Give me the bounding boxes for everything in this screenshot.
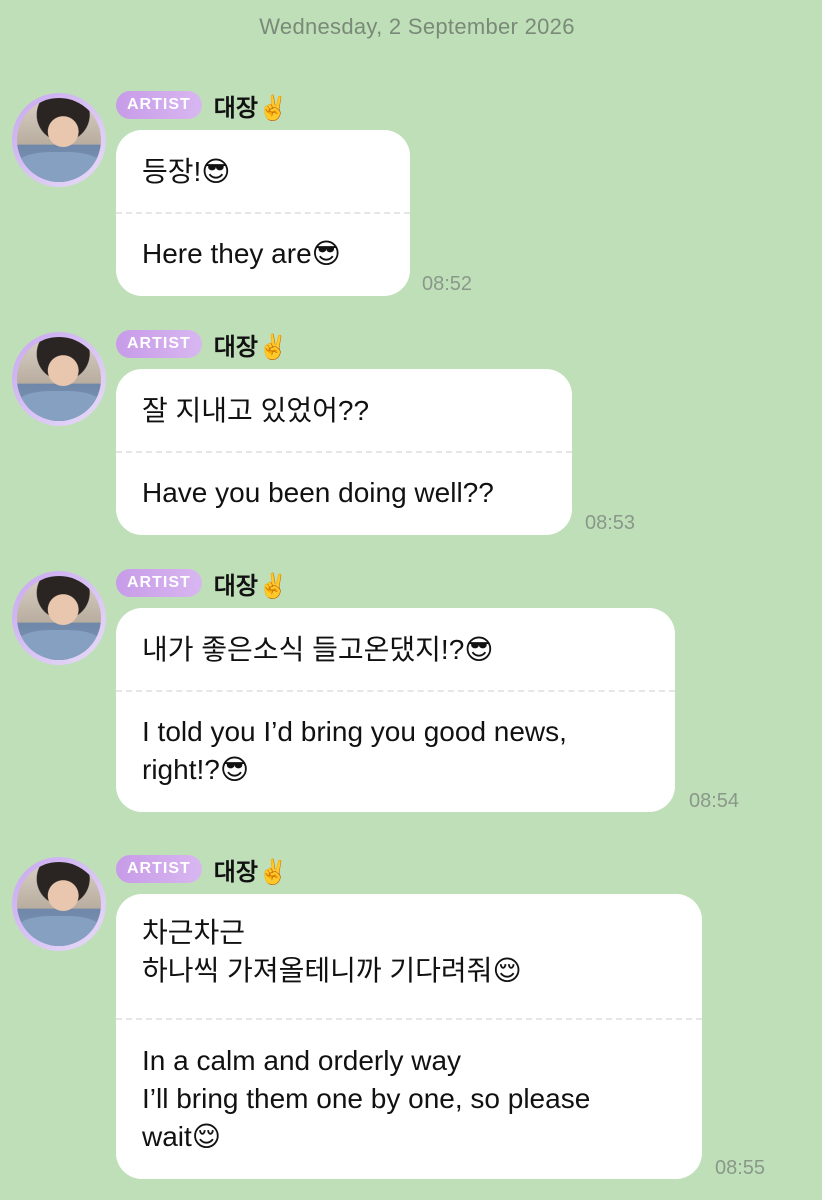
sender-name: 대장✌️ bbox=[213, 333, 288, 361]
message-bubble[interactable]: 등장!😎 Here they are😎 bbox=[116, 130, 410, 296]
sender-name: 대장✌️ bbox=[213, 572, 288, 600]
avatar[interactable] bbox=[12, 571, 106, 665]
message-original: 내가 좋은소식 들고온댔지!?😎 bbox=[142, 634, 494, 665]
avatar[interactable] bbox=[12, 93, 106, 187]
message-translation: I told you I’d bring you good news, righ… bbox=[142, 716, 567, 785]
artist-badge: ARTIST bbox=[116, 855, 202, 883]
message-translation: Have you been doing well?? bbox=[142, 477, 494, 508]
message-translation: Here they are😎 bbox=[142, 238, 341, 269]
message-bubble[interactable]: 내가 좋은소식 들고온댔지!?😎 I told you I’d bring yo… bbox=[116, 608, 675, 812]
artist-badge: ARTIST bbox=[116, 330, 202, 358]
message-time: 08:52 bbox=[422, 273, 473, 295]
date-header: Wednesday, 2 September 2026 bbox=[259, 14, 575, 39]
message-original: 차근차근 하나씩 가져올테니까 기다려줘😌 bbox=[142, 917, 522, 986]
avatar[interactable] bbox=[12, 332, 106, 426]
avatar[interactable] bbox=[12, 857, 106, 951]
artist-badge: ARTIST bbox=[116, 569, 202, 597]
message-time: 08:53 bbox=[585, 512, 636, 534]
message-bubble[interactable]: 잘 지내고 있었어?? Have you been doing well?? bbox=[116, 369, 572, 535]
message-time: 08:54 bbox=[689, 790, 740, 812]
sender-name: 대장✌️ bbox=[213, 94, 288, 122]
message-translation: In a calm and orderly way I’ll bring the… bbox=[142, 1045, 591, 1152]
message-original: 잘 지내고 있었어?? bbox=[142, 395, 370, 426]
message-original: 등장!😎 bbox=[142, 156, 231, 187]
message-time: 08:55 bbox=[715, 1157, 766, 1179]
message-bubble[interactable]: 차근차근 하나씩 가져올테니까 기다려줘😌 In a calm and orde… bbox=[116, 894, 702, 1179]
sender-name: 대장✌️ bbox=[213, 858, 288, 886]
artist-badge: ARTIST bbox=[116, 91, 202, 119]
